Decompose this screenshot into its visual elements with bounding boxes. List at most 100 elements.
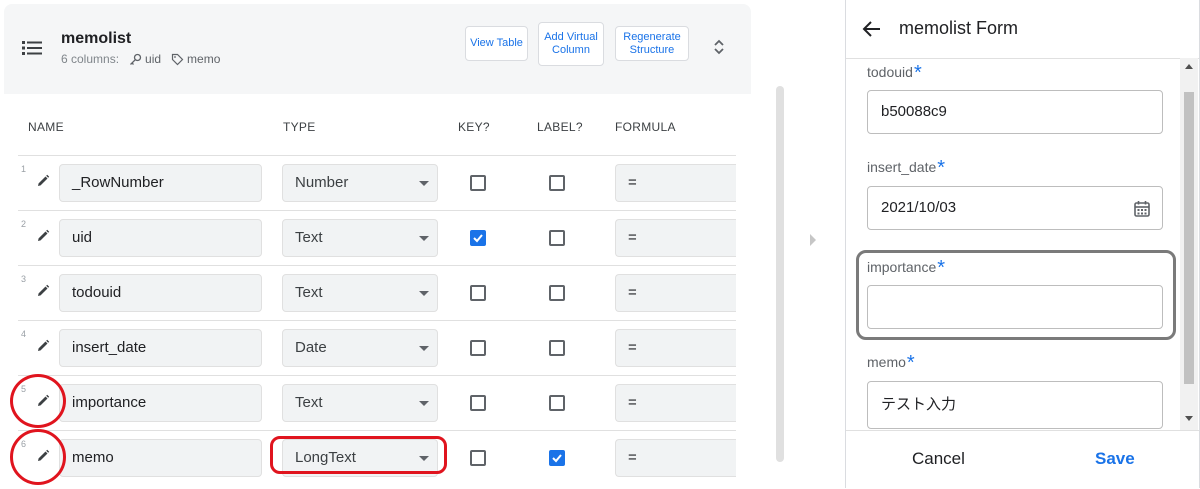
back-arrow-icon[interactable] xyxy=(862,19,882,39)
form-scroll-thumb[interactable] xyxy=(1184,92,1194,384)
column-type-select[interactable]: Number xyxy=(282,164,438,202)
form-footer: Cancel Save xyxy=(846,430,1199,489)
column-name-field[interactable]: insert_date xyxy=(59,329,262,367)
required-mark: * xyxy=(913,62,922,84)
header-type: TYPE xyxy=(283,120,316,134)
column-type-value: Date xyxy=(295,339,327,356)
columns-count: 6 columns: xyxy=(61,52,120,66)
left-scrollbar[interactable] xyxy=(776,86,784,462)
column-name-field[interactable]: memo xyxy=(59,439,262,477)
dropdown-arrow-icon xyxy=(419,181,429,186)
table-row: 4 insert_date Date = xyxy=(18,320,736,376)
dropdown-arrow-icon xyxy=(419,346,429,351)
add-virtual-column-button[interactable]: Add Virtual Column xyxy=(538,22,604,66)
column-type-value: Text xyxy=(295,284,323,301)
pencil-icon[interactable] xyxy=(35,228,51,244)
key-checkbox[interactable] xyxy=(470,285,486,301)
formula-field[interactable]: = xyxy=(615,164,736,202)
column-type-select[interactable]: Text xyxy=(282,219,438,257)
required-mark: * xyxy=(937,257,946,279)
table-row: 3 todouid Text = xyxy=(18,265,736,321)
label-checkbox[interactable] xyxy=(549,340,565,356)
column-type-value: Text xyxy=(295,394,323,411)
annotation-circle-importance xyxy=(10,374,66,428)
importance-input[interactable] xyxy=(867,285,1163,329)
checkmark-icon xyxy=(552,454,562,463)
label-checkbox[interactable] xyxy=(549,285,565,301)
row-number: 1 xyxy=(21,164,27,174)
regenerate-structure-button[interactable]: Regenerate Structure xyxy=(615,26,689,61)
column-name-field[interactable]: todouid xyxy=(59,274,262,312)
table-title: memolist xyxy=(61,30,132,47)
key-checkbox[interactable] xyxy=(470,450,486,466)
key-checkbox[interactable] xyxy=(470,175,486,191)
expand-icon[interactable] xyxy=(710,38,728,56)
column-name-field[interactable]: importance xyxy=(59,384,262,422)
view-table-button[interactable]: View Table xyxy=(465,26,528,61)
column-type-select[interactable]: Text xyxy=(282,274,438,312)
header-key: KEY? xyxy=(458,120,490,134)
dropdown-arrow-icon xyxy=(419,291,429,296)
pencil-icon[interactable] xyxy=(35,338,51,354)
column-type-select[interactable]: Date xyxy=(282,329,438,367)
table-row: 2 uid Text = xyxy=(18,210,736,266)
field-label-insert-date: insert_date* xyxy=(867,157,946,179)
form-title: memolist Form xyxy=(899,18,1019,38)
formula-field[interactable]: = xyxy=(615,439,736,477)
header-name: NAME xyxy=(28,120,64,134)
table-row: 1 _RowNumber Number = xyxy=(18,155,736,211)
table-editor-panel: memolist 6 columns: uid memo View Table … xyxy=(0,0,752,488)
form-preview-panel: memolist Form todouid* b50088c9 insert_d… xyxy=(845,0,1200,489)
formula-field[interactable]: = xyxy=(615,329,736,367)
checkmark-icon xyxy=(473,234,483,243)
label-checkbox[interactable] xyxy=(549,175,565,191)
label-chip: memo xyxy=(171,52,220,66)
table-header: memolist 6 columns: uid memo View Table … xyxy=(4,4,751,94)
field-label-todouid: todouid* xyxy=(867,62,922,84)
calendar-icon[interactable] xyxy=(1133,200,1151,218)
column-name-field[interactable]: uid xyxy=(59,219,262,257)
panel-collapse-icon[interactable] xyxy=(810,234,816,246)
dropdown-arrow-icon xyxy=(419,236,429,241)
key-checkbox[interactable] xyxy=(470,340,486,356)
scroll-down-icon[interactable] xyxy=(1185,416,1193,421)
label-chip-label: memo xyxy=(187,52,221,66)
save-button[interactable]: Save xyxy=(1095,449,1135,469)
column-name-field[interactable]: _RowNumber xyxy=(59,164,262,202)
label-checkbox[interactable] xyxy=(549,450,565,466)
table-row: 5 importance Text = xyxy=(18,375,736,431)
formula-field[interactable]: = xyxy=(615,384,736,422)
annotation-circle-memo xyxy=(10,429,66,485)
table-meta: 6 columns: uid memo xyxy=(61,52,230,66)
todouid-input[interactable]: b50088c9 xyxy=(867,90,1163,134)
column-type-select[interactable]: Text xyxy=(282,384,438,422)
form-header: memolist Form xyxy=(846,0,1199,59)
key-checkbox[interactable] xyxy=(470,230,486,246)
column-type-value: Text xyxy=(295,229,323,246)
list-icon xyxy=(22,41,42,55)
field-label-memo: memo* xyxy=(867,352,915,374)
pencil-icon[interactable] xyxy=(35,173,51,189)
column-type-value: Number xyxy=(295,174,349,191)
label-checkbox[interactable] xyxy=(549,230,565,246)
required-mark: * xyxy=(937,157,946,179)
formula-field[interactable]: = xyxy=(615,274,736,312)
tag-icon xyxy=(171,53,184,65)
form-scrollbar[interactable] xyxy=(1180,58,1198,430)
pencil-icon[interactable] xyxy=(35,283,51,299)
annotation-rect-longtext xyxy=(270,436,447,474)
key-chip-label: uid xyxy=(145,52,162,66)
dropdown-arrow-icon xyxy=(419,401,429,406)
cancel-button[interactable]: Cancel xyxy=(912,449,965,469)
row-number: 2 xyxy=(21,219,27,229)
memo-input[interactable]: テスト入力 xyxy=(867,381,1163,429)
label-checkbox[interactable] xyxy=(549,395,565,411)
scroll-up-icon[interactable] xyxy=(1185,64,1193,69)
insert-date-input[interactable]: 2021/10/03 xyxy=(867,186,1163,230)
insert-date-value: 2021/10/03 xyxy=(881,199,957,216)
required-mark: * xyxy=(906,352,915,374)
formula-field[interactable]: = xyxy=(615,219,736,257)
field-label-importance: importance* xyxy=(867,257,946,279)
key-icon xyxy=(130,53,142,65)
key-checkbox[interactable] xyxy=(470,395,486,411)
